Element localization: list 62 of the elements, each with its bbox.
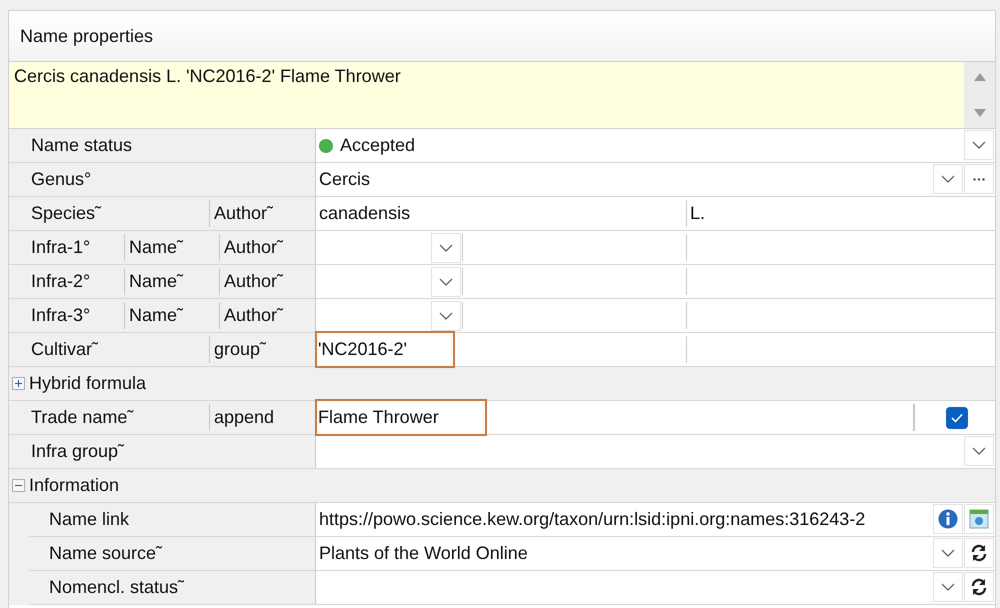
field-label: Author˜ (224, 305, 284, 326)
chevron-down-icon (972, 447, 986, 455)
image-icon (969, 509, 989, 529)
dropdown-button[interactable] (431, 233, 461, 263)
panel-title: Name properties (20, 26, 154, 46)
checkmark-icon (950, 412, 962, 422)
field-value[interactable]: Cercis (319, 169, 370, 190)
field-label: Author˜ (224, 271, 284, 292)
field-label: Genus° (31, 169, 92, 190)
chevron-down-icon (941, 583, 955, 591)
field-value: Accepted (340, 135, 416, 156)
field-label: Name link (49, 509, 130, 530)
field-label: Author˜ (224, 237, 284, 258)
collapse-icon[interactable] (12, 479, 25, 492)
more-button[interactable] (964, 164, 994, 194)
field-label: Species˜ (31, 203, 102, 224)
field-value[interactable]: L. (690, 203, 706, 224)
info-icon (938, 509, 958, 529)
chevron-down-icon (941, 549, 955, 557)
checkbox[interactable] (946, 406, 968, 428)
field-label: group˜ (214, 339, 266, 360)
expand-icon[interactable] (12, 377, 25, 390)
field-label: Cultivar˜ (31, 339, 98, 360)
group-label: Hybrid formula (29, 373, 146, 394)
field-value[interactable]: canadensis (319, 203, 410, 224)
refresh-icon (969, 577, 989, 597)
field-label: Infra-1° (31, 237, 90, 258)
chevron-down-icon (439, 312, 453, 320)
group-label: Information (29, 475, 120, 496)
info-button[interactable] (933, 504, 963, 534)
field-label: Author˜ (214, 203, 274, 224)
dropdown-button[interactable] (431, 267, 461, 297)
field-label: Nomencl. status˜ (49, 577, 184, 598)
refresh-button[interactable] (964, 538, 994, 568)
more-icon (973, 178, 985, 180)
field-label: append (214, 407, 274, 428)
field-label: Infra group˜ (31, 441, 124, 462)
field-label: Trade name˜ (31, 407, 134, 428)
field-value[interactable]: Plants of the World Online (319, 543, 528, 564)
refresh-icon (969, 543, 989, 563)
scrollbar[interactable] (964, 62, 995, 128)
field-label: Name status (31, 135, 132, 156)
scroll-up-icon[interactable] (972, 72, 986, 82)
field-value[interactable]: 'NC2016-2' (317, 333, 453, 366)
field-label: Infra-3° (31, 305, 90, 326)
chevron-down-icon (439, 244, 453, 252)
chevron-down-icon (439, 278, 453, 286)
field-label: Name˜ (129, 305, 184, 326)
chevron-down-icon (972, 141, 986, 149)
dropdown-button[interactable] (933, 164, 963, 194)
field-label: Name source˜ (49, 543, 162, 564)
scroll-down-icon[interactable] (972, 108, 986, 118)
field-label: Name˜ (129, 271, 184, 292)
field-label: Infra-2° (31, 271, 90, 292)
dropdown-button[interactable] (964, 436, 994, 466)
full-name-text[interactable]: Cercis canadensis L. 'NC2016-2' Flame Thrower (14, 66, 401, 86)
refresh-button[interactable] (964, 572, 994, 602)
field-value[interactable]: Flame Thrower (317, 401, 485, 434)
dropdown-button[interactable] (964, 130, 994, 160)
chevron-down-icon (941, 175, 955, 183)
dropdown-button[interactable] (431, 301, 461, 331)
field-label: Name˜ (129, 237, 184, 258)
